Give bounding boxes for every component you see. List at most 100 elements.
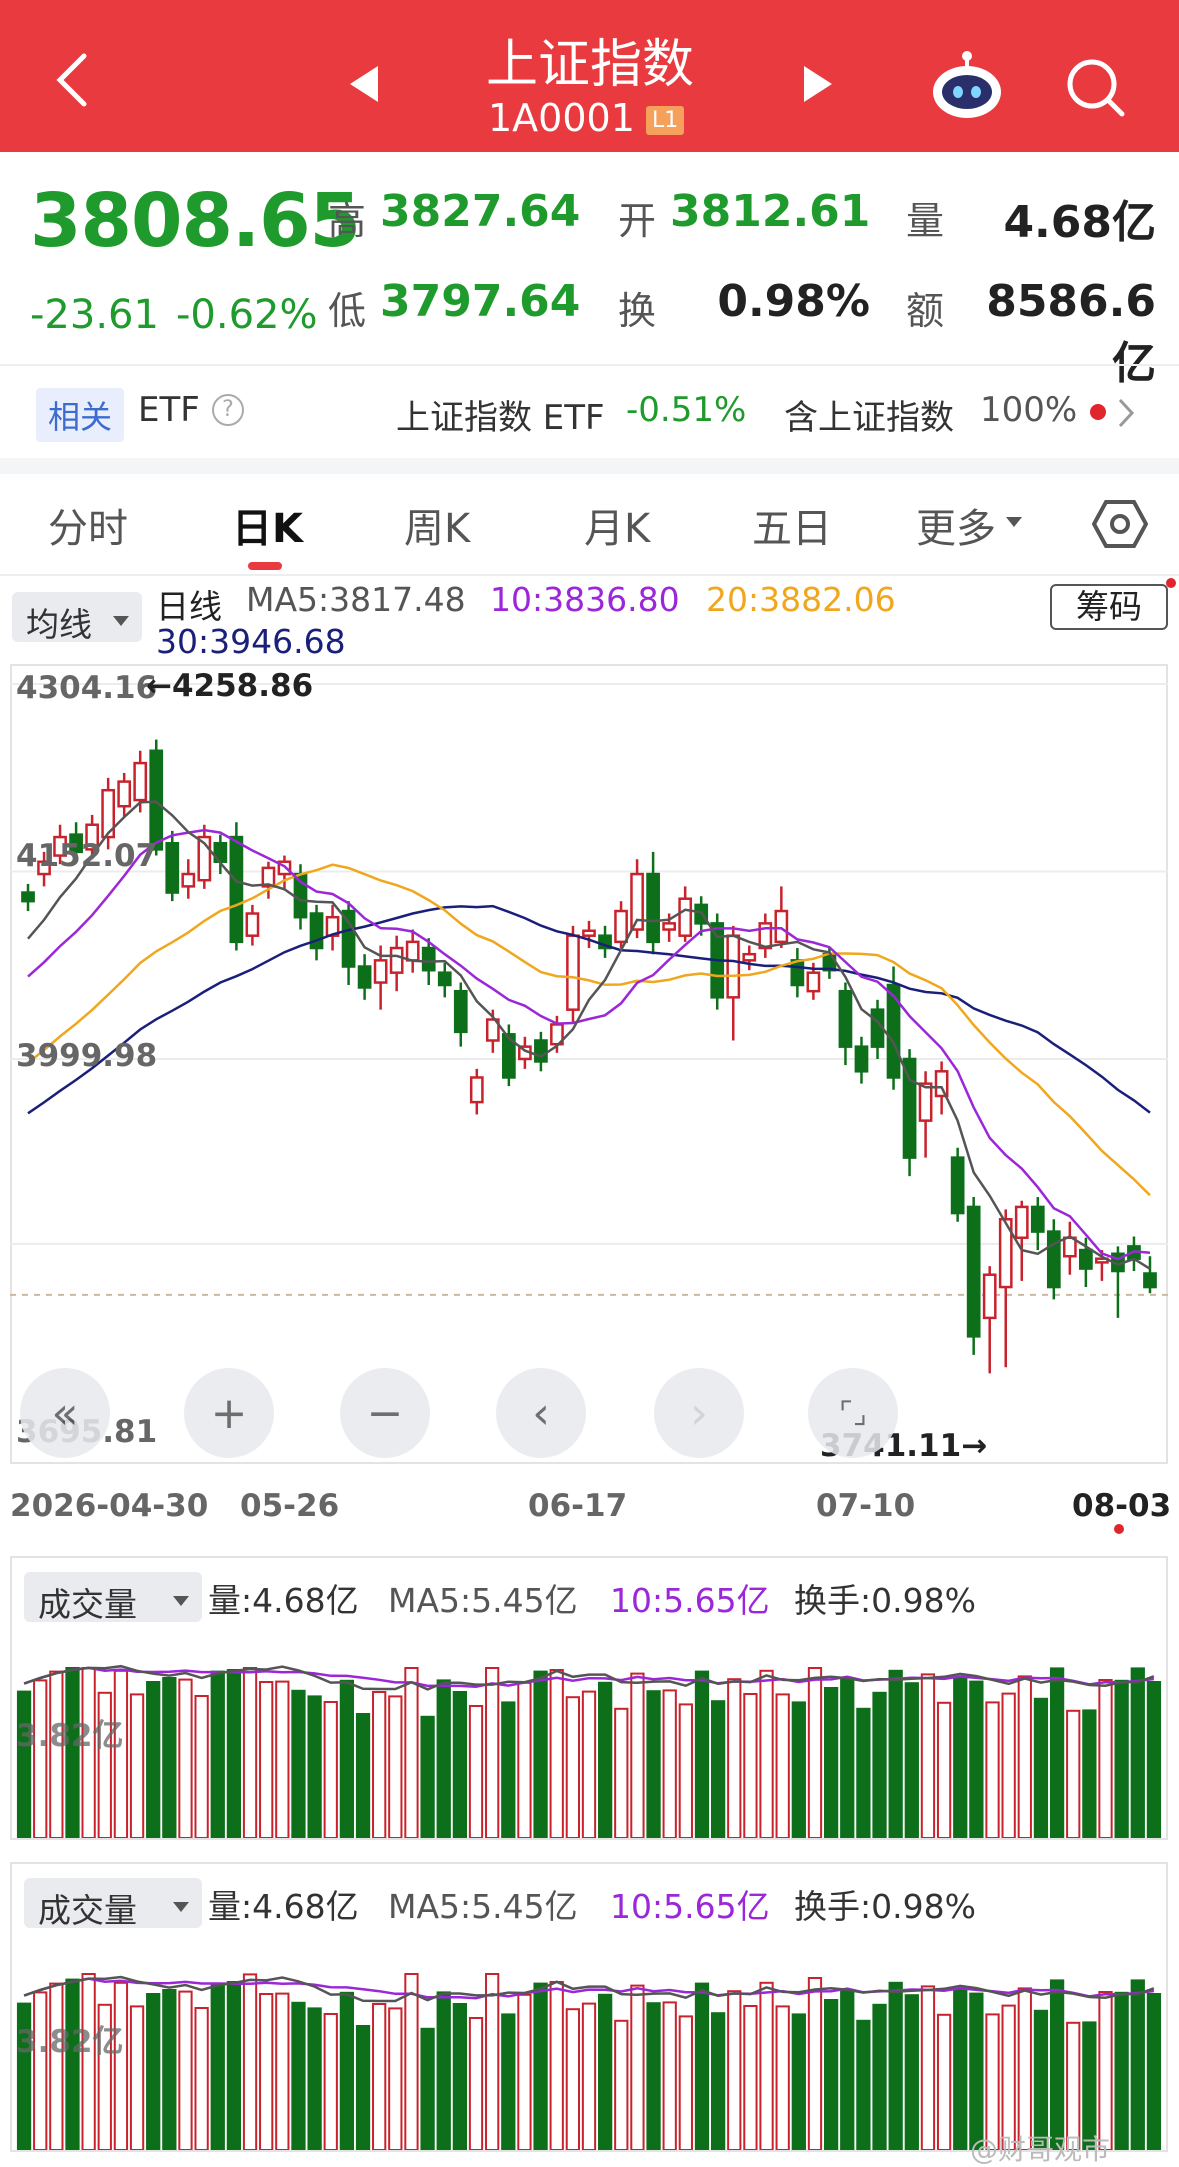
volume-bar bbox=[65, 1978, 80, 2150]
chips-button[interactable]: 筹码 bbox=[1050, 584, 1168, 630]
divider bbox=[0, 458, 1179, 474]
volume-bars-svg bbox=[16, 1664, 1162, 1838]
divider bbox=[0, 574, 1179, 576]
open-label: 开 bbox=[618, 199, 657, 243]
candle bbox=[1143, 1272, 1157, 1289]
volume-bar bbox=[436, 1991, 451, 2150]
volume-bar bbox=[856, 2019, 871, 2150]
ma-select[interactable]: 均线 bbox=[12, 592, 142, 644]
volume-bar bbox=[743, 2005, 758, 2150]
volume-bar bbox=[598, 1993, 613, 2150]
next-stock-icon[interactable] bbox=[800, 64, 836, 104]
watermark: @财哥观市 bbox=[970, 2133, 1111, 2166]
settings-hexagon-icon[interactable] bbox=[1091, 496, 1149, 552]
volume-bar bbox=[1130, 1979, 1145, 2150]
candle bbox=[966, 1205, 981, 1338]
volume-bar bbox=[549, 1981, 564, 2150]
caret-down-icon bbox=[112, 612, 130, 631]
etf-name: 上证指数 ETF bbox=[396, 398, 605, 438]
volume-bar bbox=[807, 1977, 823, 2150]
volume-bar bbox=[372, 2003, 387, 2150]
volume-bar bbox=[81, 1973, 96, 2150]
help-icon[interactable]: ? bbox=[212, 394, 244, 426]
volume-bar bbox=[178, 1990, 193, 2150]
volume-bar bbox=[807, 1667, 823, 1838]
level-badge: L1 bbox=[646, 106, 685, 135]
candle bbox=[341, 909, 356, 968]
volume-bar bbox=[581, 1690, 597, 1838]
tab-daily-k[interactable]: 日K bbox=[232, 496, 303, 554]
volume-bars-svg bbox=[16, 1973, 1162, 2150]
volume-bar bbox=[936, 1701, 952, 1838]
volume-bar bbox=[936, 2013, 952, 2150]
candle bbox=[469, 1076, 484, 1104]
tab-monthly-k[interactable]: 月K bbox=[584, 496, 650, 554]
candle bbox=[245, 912, 260, 937]
fullscreen-button[interactable]: ⌜⌟ bbox=[808, 1368, 898, 1458]
volume-bar bbox=[694, 1982, 710, 2150]
volume-bar bbox=[630, 1984, 645, 2150]
chevron-right-icon[interactable] bbox=[1114, 396, 1138, 430]
candle bbox=[566, 934, 580, 1011]
volume-bar bbox=[872, 2003, 887, 2150]
tab-weekly-k[interactable]: 周K bbox=[404, 496, 470, 554]
candle bbox=[614, 909, 628, 944]
volume-bar bbox=[404, 1973, 419, 2150]
tab-five-day[interactable]: 五日 bbox=[752, 496, 832, 554]
x-axis-label: 06-17 bbox=[528, 1488, 628, 1524]
candle bbox=[133, 761, 148, 802]
volume-bar bbox=[275, 1992, 290, 2150]
volume-bar bbox=[823, 1687, 839, 1838]
ma20-line bbox=[27, 863, 1151, 1197]
volume-bar bbox=[242, 1973, 258, 2150]
volume-panel-2[interactable]: 成交量 量:4.68亿 MA5:5.45亿 10:5.65亿 换手:0.98% … bbox=[10, 1862, 1168, 2152]
volume-bar bbox=[662, 1689, 677, 1838]
volume-bar bbox=[646, 1690, 661, 1838]
tab-intraday[interactable]: 分时 bbox=[48, 496, 128, 554]
tab-more[interactable]: 更多 bbox=[916, 496, 996, 554]
volume-bar bbox=[598, 1681, 613, 1838]
candle bbox=[421, 946, 436, 972]
high-label: 高 bbox=[328, 199, 367, 243]
volume-bar bbox=[823, 1999, 839, 2150]
candle bbox=[181, 872, 196, 888]
volume-bar bbox=[146, 1681, 161, 1838]
back-icon[interactable] bbox=[48, 50, 98, 110]
stock-code: 1A0001 bbox=[488, 96, 635, 140]
zoom-in-button[interactable]: + bbox=[184, 1368, 274, 1458]
volume-bar bbox=[468, 1705, 484, 1838]
volume-bar bbox=[533, 1670, 548, 1838]
volume-bar bbox=[146, 1993, 161, 2150]
volume-indicator-select[interactable]: 成交量 bbox=[24, 1878, 202, 1930]
etf-bar[interactable]: 相关 ETF ? 上证指数 ETF -0.51% 含上证指数 100% bbox=[0, 366, 1179, 458]
volume-bar bbox=[1049, 1667, 1065, 1838]
scroll-right-button[interactable]: › bbox=[654, 1368, 744, 1458]
volume-bar bbox=[291, 1689, 306, 1838]
volume-indicator-select[interactable]: 成交量 bbox=[24, 1572, 202, 1624]
red-dot-icon bbox=[1114, 1524, 1124, 1534]
caret-down-icon bbox=[1004, 514, 1024, 528]
candle bbox=[886, 983, 901, 1079]
volume-bar bbox=[759, 1669, 774, 1838]
volume-bar bbox=[549, 1669, 564, 1838]
volume-bar bbox=[162, 1989, 177, 2150]
volume-bar bbox=[953, 1677, 968, 1838]
volume-bar bbox=[1146, 1993, 1162, 2150]
volume-bar bbox=[485, 1973, 500, 2150]
scroll-left-button[interactable]: ‹ bbox=[496, 1368, 586, 1458]
volume-bar bbox=[840, 1989, 855, 2150]
candlestick-chart[interactable]: 4304.16 4152.07 3999.98 3695.81 ←4258.86… bbox=[10, 664, 1168, 1464]
volume-bar bbox=[646, 2002, 661, 2150]
volume-bar bbox=[517, 1993, 532, 2150]
volume-panel-1[interactable]: 成交量 量:4.68亿 MA5:5.45亿 10:5.65亿 换手:0.98% … bbox=[10, 1556, 1168, 1840]
volume-bar bbox=[517, 1681, 532, 1838]
zoom-out-button[interactable]: − bbox=[340, 1368, 430, 1458]
volume-bar bbox=[129, 1693, 145, 1838]
scroll-to-start-button[interactable]: « bbox=[20, 1368, 110, 1458]
candle bbox=[357, 965, 372, 989]
previous-stock-icon[interactable] bbox=[346, 64, 382, 104]
search-icon[interactable] bbox=[1064, 56, 1126, 118]
robot-assistant-icon[interactable] bbox=[930, 48, 1004, 122]
volume-bar bbox=[953, 1989, 968, 2150]
price-change: -23.61 bbox=[30, 292, 159, 338]
